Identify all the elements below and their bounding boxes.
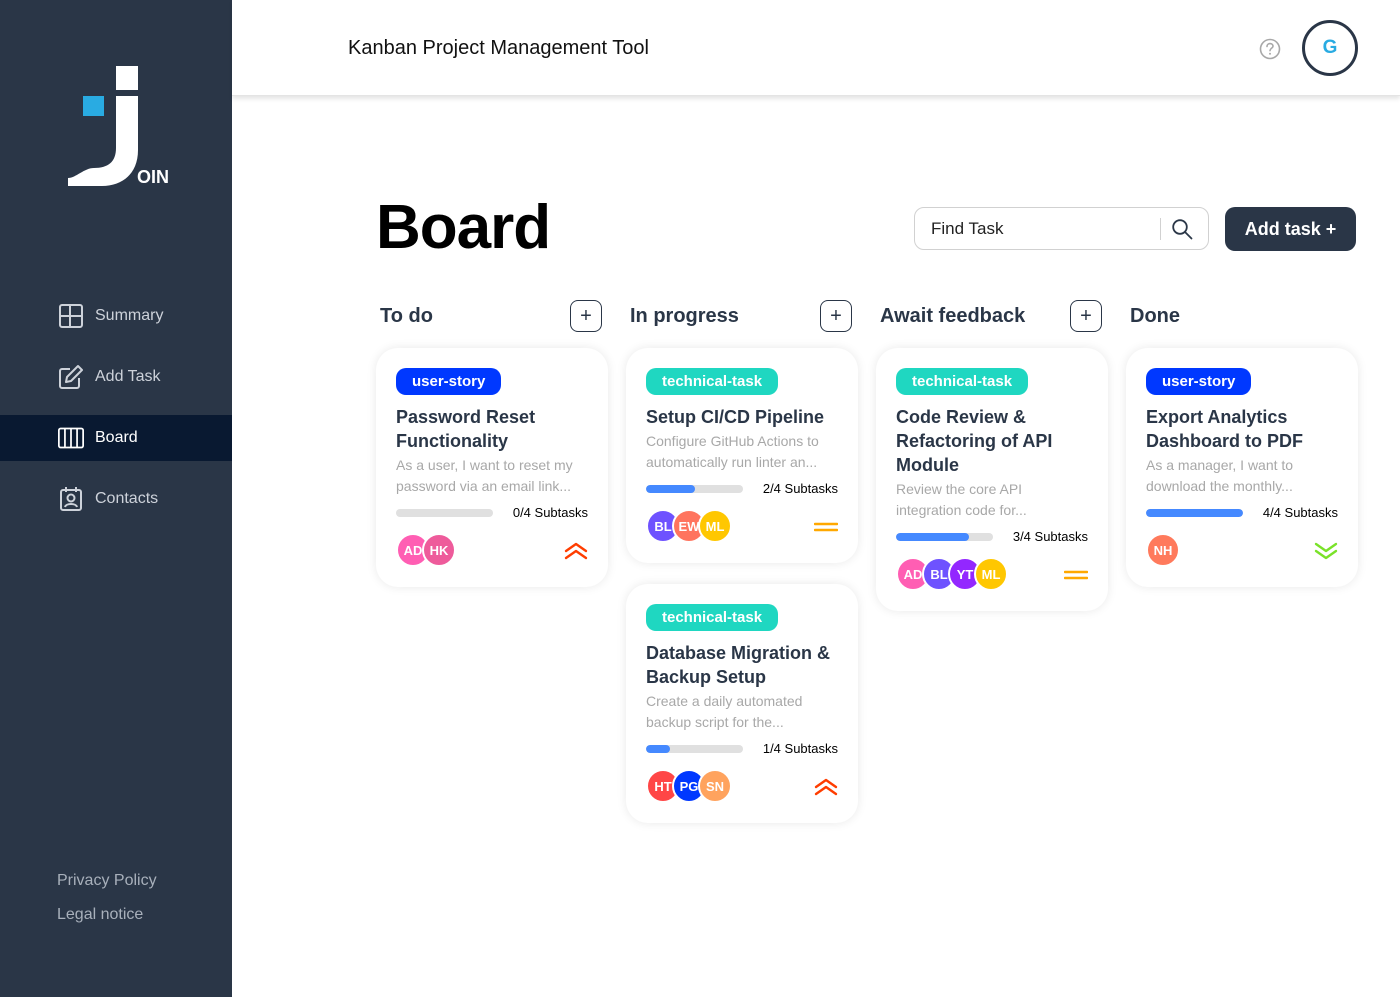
add-to-column-button[interactable]: + [570,300,602,332]
progress-bar [646,745,743,753]
task-card[interactable]: user-story Password Reset Functionality … [376,348,608,587]
urgent-icon [564,542,588,560]
card-title: Database Migration & Backup Setup [646,643,831,687]
column-title: To do [380,305,433,327]
sidebar-item-label: Contacts [95,490,159,507]
column-header: To do + [376,300,608,332]
page-title: Board [376,193,551,262]
assignee-avatar: ML [974,557,1008,591]
column-await-feedback: Await feedback + technical-task Code Rev… [876,300,1108,611]
column-title: In progress [630,305,739,327]
category-tag: user-story [396,368,502,395]
column-header: In progress + [626,300,858,332]
progress-bar-fill [646,485,695,493]
column-header: Await feedback + [876,300,1108,332]
subtask-count: 1/4 Subtasks [762,741,838,756]
urgent-icon [814,778,838,796]
card-title: Setup CI/CD Pipeline [646,407,825,427]
subtask-count: 3/4 Subtasks [1012,529,1088,544]
progress-bar [396,509,493,517]
top-header: Kanban Project Management Tool G [232,0,1400,96]
card-description: Create a daily automated backup script f… [646,693,803,730]
card-title: Export Analytics Dashboard to PDF [1146,407,1304,451]
add-task-button[interactable]: Add task + [1225,207,1356,251]
task-card[interactable]: user-story Export Analytics Dashboard to… [1126,348,1358,587]
card-title: Code Review & Refactoring of API Module [896,407,1053,475]
task-card[interactable]: technical-task Setup CI/CD Pipeline Conf… [626,348,858,563]
add-to-column-button[interactable]: + [1070,300,1102,332]
legal-notice-link[interactable]: Legal notice [57,906,157,924]
card-description: Review the core API integration code for… [896,481,1027,518]
subtask-progress: 0/4 Subtasks [396,503,588,523]
assignee-avatar: ML [698,509,732,543]
subtask-progress: 2/4 Subtasks [646,479,838,499]
assignee-avatar: HK [422,533,456,567]
column-title: Done [1130,305,1180,327]
progress-bar-fill [1146,509,1243,517]
sidebar-item-add-task[interactable]: Add Task [0,354,232,400]
sidebar-nav: Summary Add Task Board Contacts [0,293,232,537]
medium-icon [814,522,838,532]
card-footer: BL EW ML [646,509,838,545]
progress-bar-fill [646,745,671,753]
add-to-column-button[interactable]: + [820,300,852,332]
board-icon [58,427,84,449]
category-tag: technical-task [646,368,779,395]
search-icon[interactable] [1171,218,1193,240]
low-icon [1314,542,1338,560]
progress-bar-fill [896,533,969,541]
card-description: As a user, I want to reset my password v… [396,457,573,494]
category-tag: technical-task [896,368,1029,395]
card-footer: AD HK [396,533,588,569]
sidebar: OIN Summary Add Task Board Contacts Priv… [0,0,232,997]
subtask-progress: 1/4 Subtasks [646,739,838,759]
card-footer: NH [1146,533,1338,569]
column-header: Done [1126,300,1358,332]
subtask-progress: 3/4 Subtasks [896,527,1088,547]
logo-text: OIN [137,167,169,187]
assignee-avatar: SN [698,769,732,803]
progress-bar [646,485,743,493]
sidebar-item-board[interactable]: Board [0,415,232,461]
card-title: Password Reset Functionality [396,407,536,451]
column-done: Done user-story Export Analytics Dashboa… [1126,300,1358,587]
progress-bar [1146,509,1243,517]
column-in-progress: In progress + technical-task Setup CI/CD… [626,300,858,823]
sidebar-item-contacts[interactable]: Contacts [0,476,232,522]
category-tag: technical-task [646,604,779,631]
card-description: As a manager, I want to download the mon… [1146,457,1294,494]
task-card[interactable]: technical-task Database Migration & Back… [626,584,858,823]
assignee-avatar: NH [1146,533,1180,567]
search-input[interactable] [931,218,1156,240]
card-footer: HT PG SN [646,769,838,805]
header-title: Kanban Project Management Tool [348,37,649,59]
card-description: Configure GitHub Actions to automaticall… [646,433,819,470]
task-card[interactable]: technical-task Code Review & Refactoring… [876,348,1108,611]
privacy-policy-link[interactable]: Privacy Policy [57,872,157,890]
category-tag: user-story [1146,368,1252,395]
sidebar-footer: Privacy Policy Legal notice [57,872,157,940]
column-title: Await feedback [880,305,1026,327]
help-icon[interactable] [1259,38,1281,60]
sidebar-item-label: Add Task [95,368,161,385]
contacts-icon [60,487,82,511]
subtask-count: 2/4 Subtasks [762,481,838,496]
subtask-count: 4/4 Subtasks [1262,505,1338,520]
add-task-icon [59,365,83,389]
medium-icon [1064,570,1088,580]
search-divider [1160,218,1161,240]
progress-bar [896,533,993,541]
sidebar-item-label: Board [95,429,138,446]
join-logo[interactable]: OIN [66,66,176,190]
column-to-do: To do + user-story Password Reset Functi… [376,300,608,587]
subtask-progress: 4/4 Subtasks [1146,503,1338,523]
sidebar-item-label: Summary [95,307,164,324]
sidebar-item-summary[interactable]: Summary [0,293,232,339]
card-footer: AD BL YT ML [896,557,1088,593]
summary-icon [59,304,83,328]
subtask-count: 0/4 Subtasks [512,505,588,520]
user-avatar-button[interactable]: G [1302,20,1358,76]
search-box [914,207,1209,250]
